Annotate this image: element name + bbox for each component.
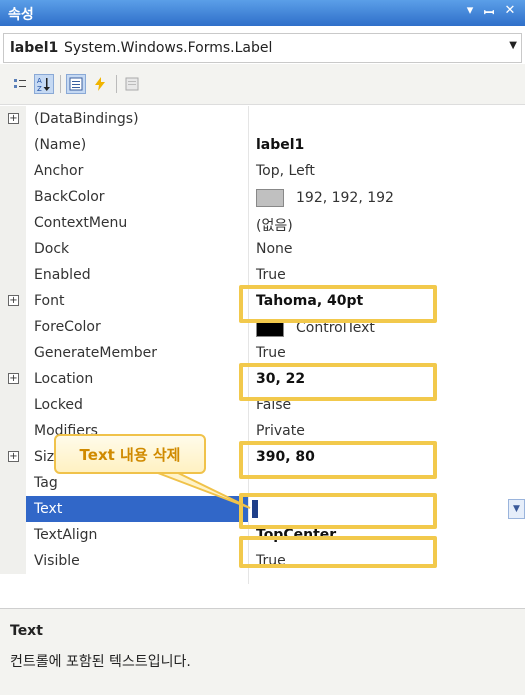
description-panel: Text 컨트롤에 포함된 텍스트입니다.	[0, 608, 525, 695]
description-title: Text	[10, 623, 43, 639]
description-text: 컨트롤에 포함된 텍스트입니다.	[10, 654, 191, 670]
annotation-callout: Text 내용 삭제	[54, 434, 206, 474]
callout-pointer	[149, 469, 251, 509]
